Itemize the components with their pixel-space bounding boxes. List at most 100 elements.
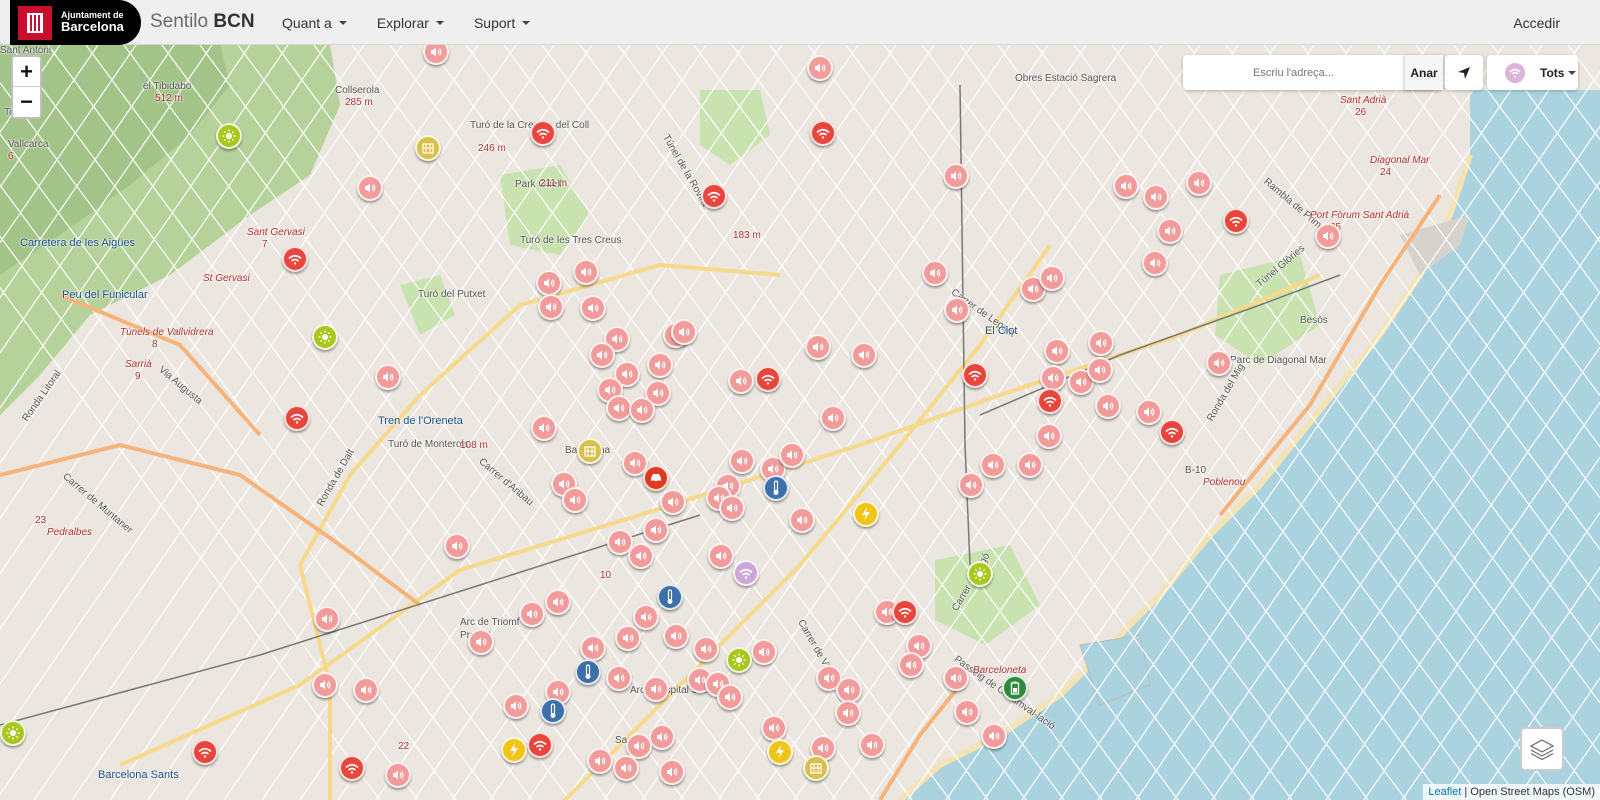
sensor-marker[interactable]: [192, 739, 218, 765]
sensor-marker[interactable]: [693, 636, 719, 662]
sensor-marker[interactable]: [633, 604, 659, 630]
sensor-marker[interactable]: [859, 732, 885, 758]
sensor-marker[interactable]: [615, 625, 641, 651]
sensor-marker[interactable]: [1206, 350, 1232, 376]
sensor-marker[interactable]: [805, 334, 831, 360]
sensor-marker[interactable]: [385, 762, 411, 788]
sensor-marker[interactable]: [519, 601, 545, 627]
address-search-input[interactable]: [1183, 55, 1439, 90]
sensor-marker[interactable]: [536, 270, 562, 296]
sensor-marker[interactable]: [958, 472, 984, 498]
sensor-marker[interactable]: [375, 364, 401, 390]
sensor-marker[interactable]: [1223, 208, 1249, 234]
sensor-marker[interactable]: [898, 652, 924, 678]
sensor-marker[interactable]: [922, 260, 948, 286]
sensor-marker[interactable]: [943, 665, 969, 691]
sensor-marker[interactable]: [967, 561, 993, 587]
sensor-marker[interactable]: [1143, 184, 1169, 210]
sensor-marker[interactable]: [282, 246, 308, 272]
sensor-marker[interactable]: [853, 501, 879, 527]
sensor-marker[interactable]: [733, 560, 759, 586]
sensor-marker[interactable]: [981, 723, 1007, 749]
sensor-marker[interactable]: [944, 297, 970, 323]
sensor-marker[interactable]: [629, 397, 655, 423]
sensor-marker[interactable]: [763, 475, 789, 501]
sensor-marker[interactable]: [1017, 452, 1043, 478]
sensor-marker[interactable]: [587, 748, 613, 774]
login-link[interactable]: Accedir: [1513, 15, 1560, 31]
ajuntament-logo[interactable]: Ajuntament de Barcelona: [10, 0, 141, 45]
sensor-marker[interactable]: [1039, 265, 1065, 291]
sensor-marker[interactable]: [1044, 338, 1070, 364]
sensor-marker[interactable]: [216, 123, 242, 149]
sensor-marker[interactable]: [954, 699, 980, 725]
sensor-marker[interactable]: [444, 533, 470, 559]
sensor-marker[interactable]: [807, 55, 833, 81]
sensor-marker[interactable]: [575, 659, 601, 685]
sensor-marker[interactable]: [1002, 675, 1028, 701]
sensor-marker[interactable]: [892, 599, 918, 625]
sensor-marker[interactable]: [962, 362, 988, 388]
sensor-marker[interactable]: [719, 495, 745, 521]
sensor-marker[interactable]: [755, 366, 781, 392]
sensor-marker[interactable]: [835, 700, 861, 726]
sensor-marker[interactable]: [643, 676, 669, 702]
sensor-marker[interactable]: [643, 465, 669, 491]
sensor-marker[interactable]: [649, 724, 675, 750]
zoom-in-button[interactable]: +: [13, 57, 40, 87]
sensor-marker[interactable]: [1088, 330, 1114, 356]
sensor-marker[interactable]: [1142, 250, 1168, 276]
app-title[interactable]: Sentilo BCN: [150, 11, 255, 33]
sensor-marker[interactable]: [810, 120, 836, 146]
sensor-marker[interactable]: [717, 684, 743, 710]
sensor-marker[interactable]: [729, 448, 755, 474]
sensor-marker[interactable]: [708, 543, 734, 569]
sensor-marker[interactable]: [943, 163, 969, 189]
sensor-marker[interactable]: [980, 452, 1006, 478]
sensor-marker[interactable]: [527, 732, 553, 758]
sensor-filter-dropdown[interactable]: Tots: [1487, 55, 1578, 90]
sensor-marker[interactable]: [659, 759, 685, 785]
sensor-marker[interactable]: [589, 342, 615, 368]
sensor-marker[interactable]: [657, 584, 683, 610]
sensor-marker[interactable]: [628, 543, 654, 569]
sensor-marker[interactable]: [1159, 419, 1185, 445]
sensor-marker[interactable]: [312, 324, 338, 350]
sensor-marker[interactable]: [314, 606, 340, 632]
sensor-marker[interactable]: [312, 672, 338, 698]
sensor-marker[interactable]: [540, 698, 566, 724]
sensor-marker[interactable]: [339, 755, 365, 781]
sensor-marker[interactable]: [728, 368, 754, 394]
sensor-marker[interactable]: [530, 120, 556, 146]
sensor-marker[interactable]: [357, 175, 383, 201]
sensor-marker[interactable]: [1315, 223, 1341, 249]
sensor-marker[interactable]: [577, 438, 603, 464]
sensor-marker[interactable]: [0, 720, 26, 746]
sensor-marker[interactable]: [671, 319, 697, 345]
sensor-marker[interactable]: [643, 517, 669, 543]
sensor-marker[interactable]: [503, 693, 529, 719]
sensor-marker[interactable]: [779, 442, 805, 468]
nav-explorar[interactable]: Explorar: [377, 15, 444, 31]
sensor-marker[interactable]: [751, 639, 777, 665]
sensor-marker[interactable]: [613, 755, 639, 781]
map-view[interactable]: el Tibidabo512 mTorre deCollserola285 mV…: [0, 45, 1600, 800]
sensor-marker[interactable]: [1037, 388, 1063, 414]
sensor-marker[interactable]: [573, 259, 599, 285]
nav-quant-a[interactable]: Quant a: [282, 15, 347, 31]
sensor-marker[interactable]: [660, 489, 686, 515]
sensor-marker[interactable]: [1036, 423, 1062, 449]
sensor-marker[interactable]: [761, 715, 787, 741]
sensor-marker[interactable]: [415, 135, 441, 161]
sensor-marker[interactable]: [606, 665, 632, 691]
sensor-marker[interactable]: [820, 405, 846, 431]
locate-button[interactable]: [1445, 55, 1483, 90]
nav-suport[interactable]: Suport: [474, 15, 531, 31]
sensor-marker[interactable]: [1186, 170, 1212, 196]
sensor-marker[interactable]: [468, 629, 494, 655]
sensor-marker[interactable]: [1095, 393, 1121, 419]
sensor-marker[interactable]: [1087, 357, 1113, 383]
sensor-marker[interactable]: [284, 405, 310, 431]
sensor-marker[interactable]: [647, 352, 673, 378]
sensor-marker[interactable]: [353, 677, 379, 703]
